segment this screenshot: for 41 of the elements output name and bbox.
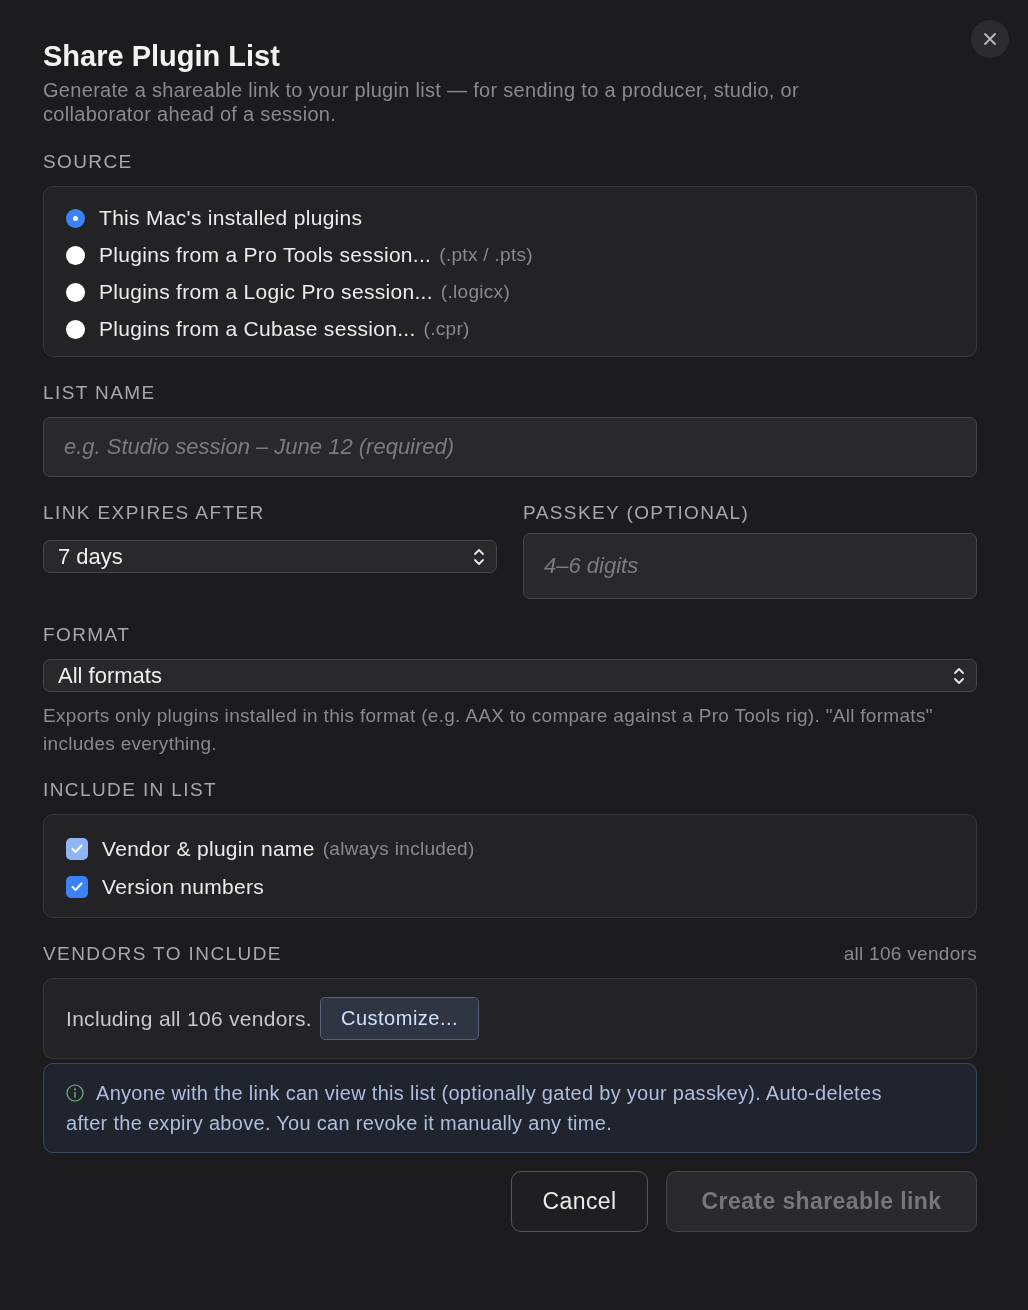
dialog-title: Share Plugin List <box>43 39 281 74</box>
option-label[interactable]: Plugins from a Cubase session... <box>99 316 416 342</box>
close-icon <box>983 32 997 46</box>
vendor-count: all 106 vendors <box>843 943 977 965</box>
section-label: PASSKEY (OPTIONAL) <box>523 501 751 525</box>
dialog-subtitle: Generate a shareable link to your plugin list — for sending to a producer, studio, or collaborator ahead of a session. <box>43 78 800 126</box>
vendor-summary: Including all 106 vendors. <box>66 1006 312 1031</box>
option-label[interactable]: Version numbers <box>102 874 265 900</box>
text-field[interactable]: e.g. Studio session – June 12 (required) <box>43 417 977 477</box>
info-icon <box>66 1084 84 1102</box>
option-hint: (.logicx) <box>440 280 511 304</box>
info-text: Anyone with the link can view this list (optionally gated by your passkey). Auto-deletes after the expiry above. You can revoke it manually any time. <box>66 1081 883 1136</box>
option-hint: (.ptx / .pts) <box>439 243 533 267</box>
section-label: SOURCE <box>43 150 134 174</box>
chevron-icon <box>473 547 485 566</box>
customize-button[interactable]: Customize... <box>319 997 480 1040</box>
dropdown[interactable]: All formats <box>43 659 977 692</box>
checkmark-icon <box>71 844 83 854</box>
checkbox[interactable] <box>66 876 88 898</box>
option-label[interactable]: Plugins from a Pro Tools session... <box>99 242 432 268</box>
radio-button[interactable] <box>66 319 85 339</box>
radio-button[interactable] <box>66 208 85 228</box>
section-label: INCLUDE IN LIST <box>43 778 219 802</box>
cancel-button[interactable]: Cancel <box>511 1171 648 1232</box>
chevron-icon <box>953 666 965 685</box>
option-hint: (.cpr) <box>423 317 470 341</box>
radio-button[interactable] <box>66 282 85 302</box>
dropdown[interactable]: 7 days <box>43 540 497 573</box>
checkmark-icon <box>71 882 83 892</box>
help-text: Exports only plugins installed in this format (e.g. AAX to compare against a Pro Tools rig). "All formats" includes everything. <box>43 704 934 756</box>
radio-button[interactable] <box>66 245 85 265</box>
close-button[interactable] <box>971 20 1009 58</box>
option-hint: (always included) <box>322 837 475 861</box>
section-label: FORMAT <box>43 623 132 647</box>
section-label: LINK EXPIRES AFTER <box>43 501 266 525</box>
section-label: VENDORS TO INCLUDE <box>43 942 282 966</box>
option-label[interactable]: Plugins from a Logic Pro session... <box>99 279 433 305</box>
passkey-field[interactable]: 4–6 digits <box>523 533 977 599</box>
option-label: Vendor & plugin name <box>102 836 315 862</box>
option-label[interactable]: This Mac's installed plugins <box>99 205 363 231</box>
section-label: LIST NAME <box>43 381 157 405</box>
